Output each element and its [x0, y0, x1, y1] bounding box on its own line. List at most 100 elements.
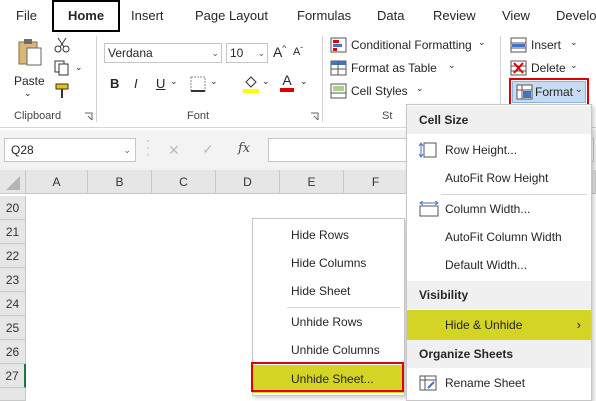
underline-button[interactable]: U	[156, 76, 165, 91]
chevron-down-icon: ⌄	[478, 37, 486, 47]
format-painter-icon[interactable]	[54, 82, 72, 100]
hide-columns-label: Hide Columns	[291, 256, 367, 270]
delete-cells-label: Delete	[531, 61, 566, 75]
row-header-26[interactable]: 26	[0, 340, 26, 364]
tab-review[interactable]: Review	[433, 0, 476, 32]
font-name-select[interactable]: Verdana ⌄	[104, 43, 222, 63]
format-dropdown-menu: Cell Size Row Height... AutoFit Row Heig…	[406, 104, 592, 401]
chevron-down-icon: ⌄	[416, 83, 424, 93]
row-header-25[interactable]: 25	[0, 316, 26, 340]
default-width-item[interactable]: Default Width...	[407, 251, 591, 279]
underline-dropdown-icon[interactable]: ⌄	[170, 76, 178, 87]
font-size-select[interactable]: 10 ⌄	[226, 43, 268, 63]
select-all-corner[interactable]	[0, 170, 26, 194]
chevron-down-icon: ⌄	[448, 60, 456, 70]
visibility-header: Visibility	[407, 281, 591, 309]
insert-function-icon[interactable]: fx	[238, 141, 250, 156]
unhide-rows-item[interactable]: Unhide Rows	[253, 308, 404, 336]
borders-dropdown-icon[interactable]: ⌄	[210, 76, 218, 87]
autofit-column-width-item[interactable]: AutoFit Column Width	[407, 223, 591, 251]
conditional-formatting-button[interactable]: Conditional Formatting ⌄	[330, 36, 492, 56]
font-color-button[interactable]: A	[280, 72, 294, 92]
bold-button[interactable]: B	[110, 76, 119, 91]
tab-insert[interactable]: Insert	[131, 0, 164, 32]
unhide-columns-item[interactable]: Unhide Columns	[253, 336, 404, 364]
enter-icon[interactable]: ✓	[202, 141, 214, 158]
delete-cells-button[interactable]: Delete ⌄	[510, 59, 590, 79]
row-header-22[interactable]: 22	[0, 244, 26, 268]
row-header-20[interactable]: 20	[0, 196, 26, 220]
font-color-label: A	[282, 72, 292, 88]
fill-color-icon[interactable]	[242, 74, 260, 94]
format-as-table-button[interactable]: Format as Table ⌄	[330, 59, 480, 79]
hide-columns-item[interactable]: Hide Columns	[253, 249, 404, 277]
autofit-column-width-label: AutoFit Column Width	[445, 230, 562, 244]
unhide-rows-label: Unhide Rows	[291, 315, 363, 329]
increase-font-size-button[interactable]: A^	[273, 44, 286, 60]
autofit-row-height-label: AutoFit Row Height	[445, 171, 549, 185]
column-header-c[interactable]: C	[152, 170, 216, 194]
cell-styles-button[interactable]: Cell Styles ⌄	[330, 82, 430, 102]
chevron-down-icon: ⌄	[570, 60, 578, 70]
copy-dropdown-icon[interactable]: ⌄	[75, 62, 83, 73]
font-launcher-icon[interactable]	[310, 112, 319, 121]
insert-cells-button[interactable]: Insert ⌄	[510, 36, 590, 56]
insert-cells-label: Insert	[531, 38, 562, 52]
hide-rows-item[interactable]: Hide Rows	[253, 221, 404, 249]
font-color-dropdown-icon[interactable]: ⌄	[300, 76, 308, 87]
row-header-27[interactable]: 27	[0, 364, 26, 388]
row-header-28[interactable]	[0, 388, 26, 401]
name-box[interactable]: Q28 ⌄	[4, 138, 136, 162]
column-header-a[interactable]: A	[26, 170, 88, 194]
font-size-value: 10	[230, 46, 244, 60]
row-height-item[interactable]: Row Height...	[407, 136, 591, 164]
hide-sheet-item[interactable]: Hide Sheet	[253, 277, 404, 305]
unhide-sheet-highlight	[251, 362, 404, 392]
tab-data[interactable]: Data	[377, 0, 404, 32]
clipboard-icon	[18, 39, 42, 66]
font-name-value: Verdana	[108, 46, 153, 60]
rename-sheet-icon	[419, 375, 437, 391]
column-width-icon	[419, 201, 439, 217]
tab-file[interactable]: File	[16, 0, 37, 32]
row-header-24[interactable]: 24	[0, 292, 26, 316]
paste-label: Paste	[14, 74, 45, 88]
conditional-formatting-icon	[330, 37, 347, 53]
row-header-23[interactable]: 23	[0, 268, 26, 292]
insert-cells-icon	[510, 37, 527, 53]
column-header-b[interactable]: B	[88, 170, 152, 194]
hide-sheet-label: Hide Sheet	[291, 284, 351, 298]
default-width-label: Default Width...	[445, 258, 528, 272]
borders-icon[interactable]	[190, 76, 206, 92]
cancel-icon[interactable]: ✕	[168, 142, 180, 159]
chevron-down-icon: ⌄	[570, 37, 578, 47]
increase-font-size-label: A	[273, 44, 283, 60]
cut-icon[interactable]	[54, 37, 70, 53]
decrease-font-size-button[interactable]: Aˇ	[293, 46, 303, 58]
column-header-f[interactable]: F	[344, 170, 408, 194]
column-width-item[interactable]: Column Width...	[407, 195, 591, 223]
fill-color-dropdown-icon[interactable]: ⌄	[262, 76, 270, 87]
tab-home[interactable]: Home	[52, 0, 120, 32]
format-as-table-label: Format as Table	[351, 61, 437, 75]
row-header-21[interactable]: 21	[0, 220, 26, 244]
cell-styles-icon	[330, 83, 347, 99]
column-header-d[interactable]: D	[216, 170, 280, 194]
tab-developer[interactable]: Develo	[556, 0, 596, 32]
tab-page-layout[interactable]: Page Layout	[195, 0, 268, 32]
paste-button[interactable]: Paste	[10, 36, 48, 92]
tab-formulas[interactable]: Formulas	[297, 0, 351, 32]
font-group-label: Font	[187, 110, 210, 122]
autofit-row-height-item[interactable]: AutoFit Row Height	[407, 164, 591, 192]
ribbon-tab-bar: File Home Insert Page Layout Formulas Da…	[0, 0, 596, 32]
tab-view[interactable]: View	[502, 0, 530, 32]
rename-sheet-item[interactable]: Rename Sheet	[407, 369, 591, 397]
hide-unhide-item[interactable]: Hide & Unhide ›	[407, 310, 591, 340]
clipboard-launcher-icon[interactable]	[84, 112, 93, 121]
italic-button[interactable]: I	[134, 76, 138, 91]
column-header-e[interactable]: E	[280, 170, 344, 194]
clipboard-group-label: Clipboard	[14, 110, 62, 122]
copy-icon[interactable]	[54, 60, 72, 76]
paste-dropdown-icon[interactable]: ⌄	[24, 88, 32, 99]
conditional-formatting-label: Conditional Formatting	[351, 38, 472, 52]
